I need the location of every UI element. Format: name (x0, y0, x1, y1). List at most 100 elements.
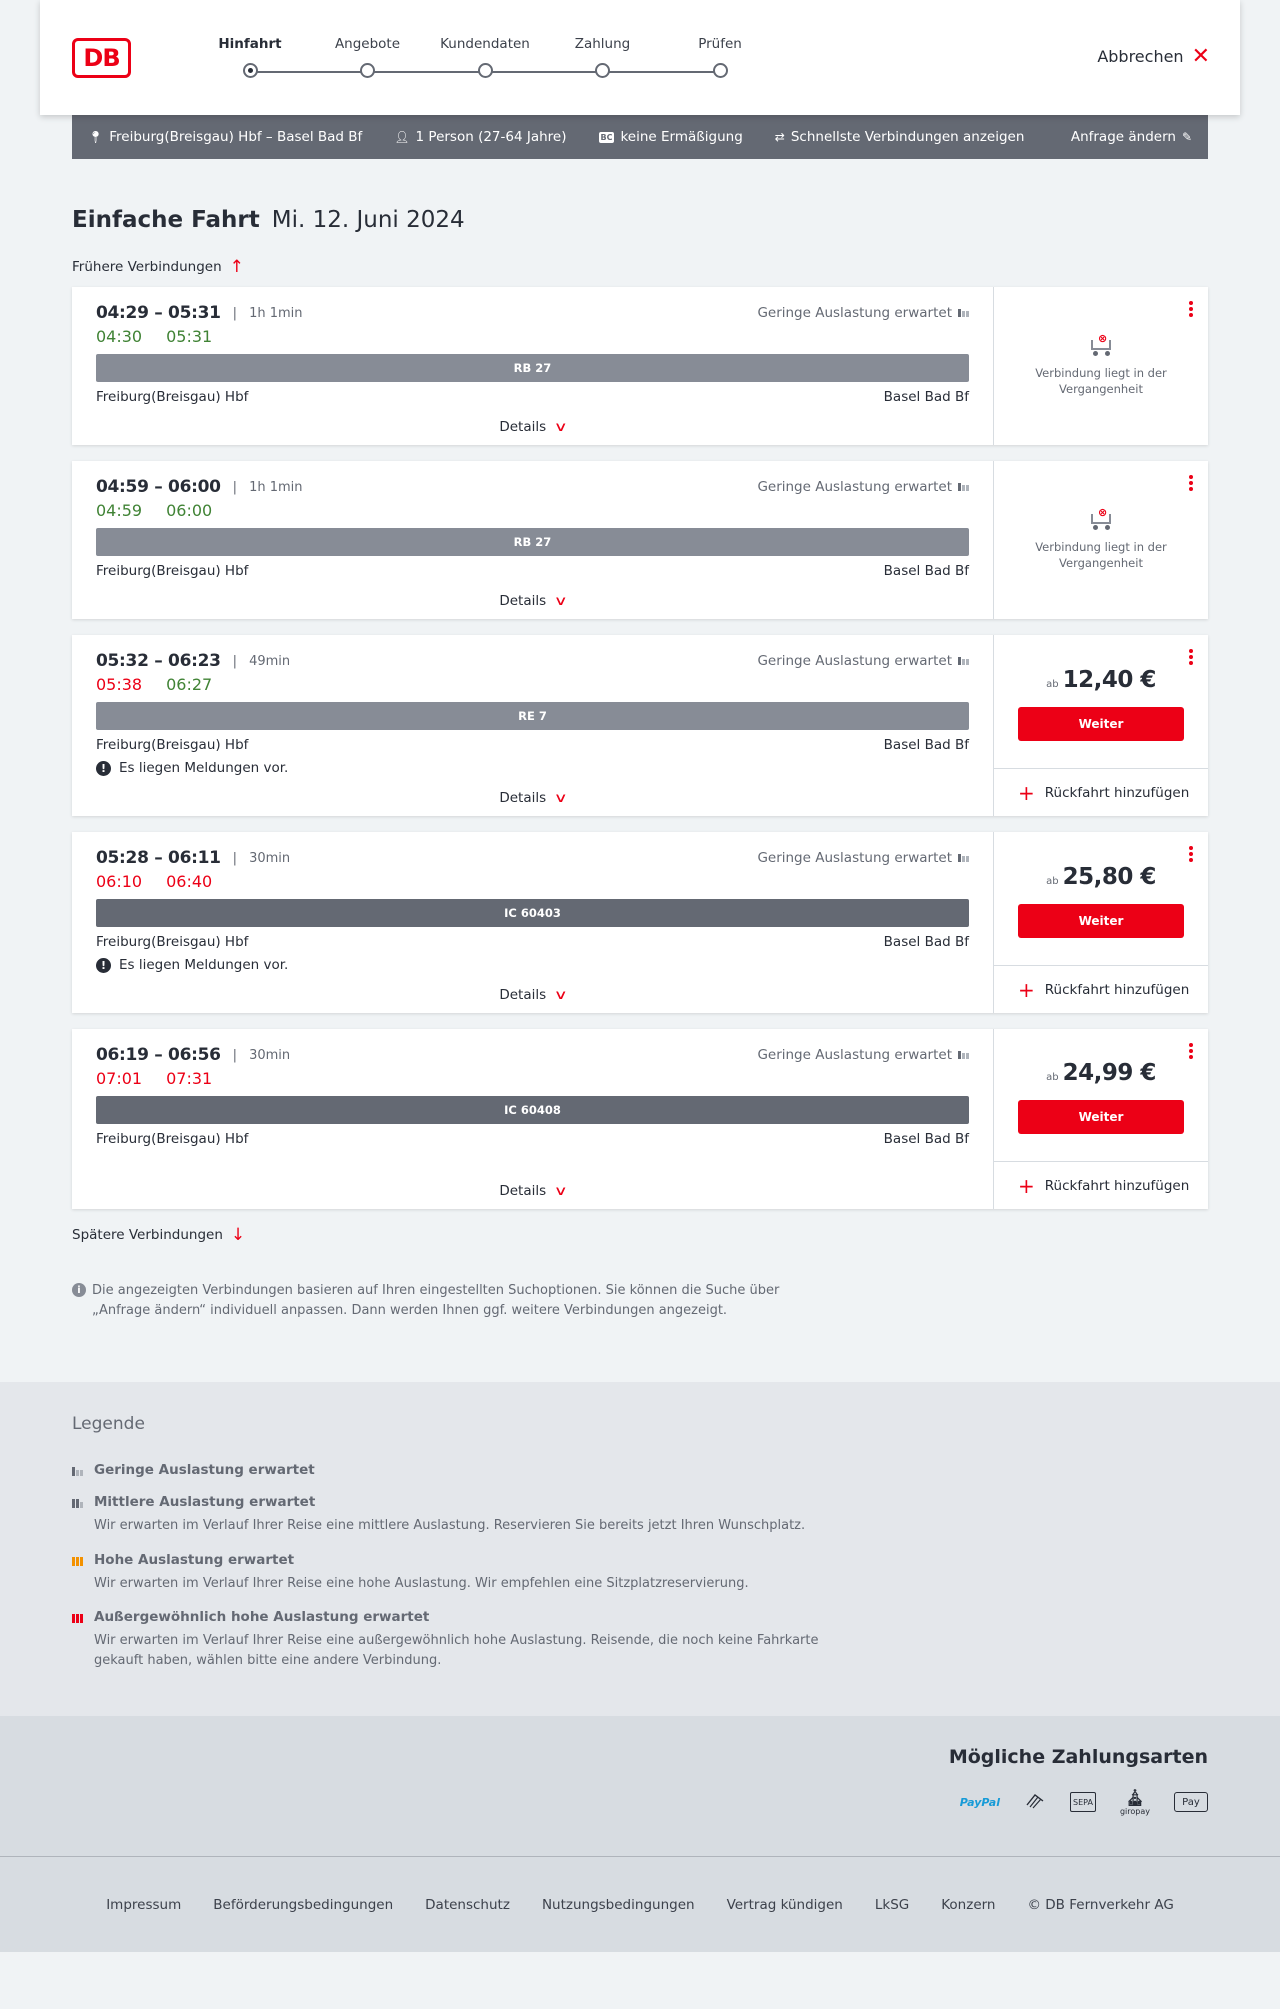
separator: | (232, 479, 238, 495)
occupancy-low-icon (958, 1051, 969, 1059)
train-segment-bar[interactable]: IC 60408 (96, 1096, 969, 1124)
connection-card: 04:29 – 05:31 | 1h 1min Geringe Auslastung … (72, 287, 1208, 445)
details-label: Details (499, 593, 547, 609)
more-options-icon[interactable] (1188, 649, 1194, 665)
continue-button[interactable]: Weiter (1018, 1100, 1184, 1134)
alert-icon: ! (96, 957, 111, 973)
occupancy-indicator[interactable]: Geringe Auslastung erwartet (757, 305, 969, 321)
earlier-connections-link[interactable]: Frühere Verbindungen ↑ (72, 257, 244, 277)
more-options-icon[interactable] (1188, 475, 1194, 491)
offer-panel: ⊗ Verbindung liegt in der Vergangenheit (994, 461, 1208, 619)
step-dot (477, 63, 493, 78)
details-toggle[interactable]: Details ∨ (96, 987, 969, 1003)
occupancy-low-icon (72, 1462, 86, 1476)
train-segment-bar[interactable]: RB 27 (96, 354, 969, 382)
price-box: ab 12,40 € Weiter (994, 635, 1208, 768)
departure-station: Freiburg(Breisgau) Hbf (96, 737, 249, 753)
realtime-row: 04:59 06:00 (96, 501, 969, 520)
occupancy-indicator[interactable]: Geringe Auslastung erwartet (757, 479, 969, 495)
more-options-icon[interactable] (1188, 846, 1194, 862)
db-logo[interactable]: DB (72, 38, 131, 78)
add-return-trip-button[interactable]: + Rückfahrt hinzufügen (994, 768, 1208, 816)
connection-info: 06:19 – 06:56 | 30min Geringe Auslastung er… (72, 1029, 994, 1209)
footer-link[interactable]: Nutzungsbedingungen (542, 1897, 695, 1913)
occupancy-indicator[interactable]: Geringe Auslastung erwartet (757, 850, 969, 866)
planned-times: 04:59 – 06:00 (96, 477, 221, 497)
alert-icon: ! (96, 760, 111, 776)
realtime-departure: 06:10 (96, 872, 143, 891)
continue-button[interactable]: Weiter (1018, 706, 1184, 741)
price-prefix: ab (1046, 875, 1059, 887)
more-options-icon[interactable] (1188, 1043, 1194, 1059)
arrival-station: Basel Bad Bf (883, 737, 969, 753)
bahncard-icon: BC (598, 131, 615, 143)
details-toggle[interactable]: Details ∨ (96, 1183, 969, 1199)
search-summary-bar: 📍︎ Freiburg(Breisgau) Hbf – Basel Bad Bf… (72, 115, 1208, 159)
details-toggle[interactable]: Details ∨ (96, 790, 969, 806)
connection-card: 04:59 – 06:00 | 1h 1min Geringe Auslastung … (72, 461, 1208, 619)
continue-button[interactable]: Weiter (1018, 903, 1184, 938)
details-label: Details (499, 987, 547, 1003)
credit-card-icon (1024, 1791, 1046, 1814)
payment-icons: PayPal SEPA ⛪︎ giropay Pay (72, 1788, 1208, 1816)
occupancy-indicator[interactable]: Geringe Auslastung erwartet (757, 653, 969, 669)
realtime-row: 06:10 06:40 (96, 872, 969, 891)
arrow-down-icon: ↓ (230, 1225, 246, 1245)
footer-link[interactable]: Beförderungsbedingungen (213, 1897, 393, 1913)
occupancy-low-icon (958, 657, 969, 665)
legend-item-description: Wir erwarten im Verlauf Ihrer Reise eine… (94, 1518, 806, 1533)
occupancy-text: Geringe Auslastung erwartet (757, 305, 952, 321)
legend-item: Hohe Auslastung erwartet Wir erwarten im … (72, 1552, 1208, 1594)
legend-item-title: Geringe Auslastung erwartet (94, 1462, 315, 1478)
later-connections-link[interactable]: Spätere Verbindungen ↓ (72, 1225, 245, 1245)
occupancy-indicator[interactable]: Geringe Auslastung erwartet (757, 1047, 969, 1063)
occupancy-low-icon (958, 854, 969, 862)
details-toggle[interactable]: Details ∨ (96, 593, 969, 609)
footer-link[interactable]: Datenschutz (425, 1897, 510, 1913)
details-label: Details (499, 419, 547, 435)
arrival-station: Basel Bad Bf (883, 1131, 969, 1147)
details-toggle[interactable]: Details ∨ (96, 419, 969, 435)
disruption-message: ! Es liegen Meldungen vor. (96, 760, 969, 776)
occupancy-text: Geringe Auslastung erwartet (757, 850, 952, 866)
footer-link[interactable]: Konzern (941, 1897, 995, 1913)
footer-link[interactable]: LkSG (875, 1897, 909, 1913)
legend-list: Geringe Auslastung erwartet Mittlere Ausl… (72, 1462, 1208, 1670)
realtime-departure: 04:30 (96, 327, 143, 346)
connection-time-row: 04:29 – 05:31 | 1h 1min Geringe Auslastung … (96, 303, 969, 323)
change-request-label: Anfrage ändern (1070, 129, 1176, 145)
legend-item-description: Wir erwarten im Verlauf Ihrer Reise eine… (94, 1633, 819, 1668)
add-return-trip-label: Rückfahrt hinzufügen (1044, 1177, 1190, 1194)
step-label: Hinfahrt (218, 36, 282, 52)
legend-title: Legende (72, 1414, 145, 1434)
planned-times: 05:32 – 06:23 (96, 651, 221, 671)
train-segment-bar[interactable]: RB 27 (96, 528, 969, 556)
change-request-button[interactable]: Anfrage ändern ✎ (1071, 129, 1192, 145)
departure-station: Freiburg(Breisgau) Hbf (96, 934, 249, 950)
step-dot-active (242, 63, 258, 78)
step-label: Kundendaten (440, 36, 530, 52)
add-return-trip-button[interactable]: + Rückfahrt hinzufügen (994, 965, 1208, 1013)
disruption-message-text: Es liegen Meldungen vor. (119, 957, 289, 973)
step-kundendaten: Kundendaten (435, 36, 535, 78)
occupancy-low-icon (958, 483, 969, 491)
past-connection-text: Verbindung liegt in der Vergangenheit (1035, 540, 1167, 570)
person-icon: 👤︎ (394, 130, 410, 144)
train-segment-bar[interactable]: RE 7 (96, 702, 969, 730)
footer-link[interactable]: Impressum (106, 1897, 181, 1913)
more-options-icon[interactable] (1188, 301, 1194, 317)
footer-link[interactable]: Vertrag kündigen (727, 1897, 843, 1913)
price-value: 25,80 € (1062, 863, 1157, 890)
add-return-trip-button[interactable]: + Rückfahrt hinzufügen (994, 1161, 1208, 1209)
disruption-message-text: Es liegen Meldungen vor. (119, 760, 289, 776)
option-text: Schnellste Verbindungen anzeigen (790, 129, 1025, 145)
cancel-button[interactable]: Abbrechen ✕ (1097, 45, 1210, 67)
price-box: ab 25,80 € Weiter (994, 832, 1208, 965)
realtime-arrival: 06:00 (166, 501, 213, 520)
connection-time-row: 06:19 – 06:56 | 30min Geringe Auslastung er… (96, 1045, 969, 1065)
arrival-station: Basel Bad Bf (883, 563, 969, 579)
train-segment-bar[interactable]: IC 60403 (96, 899, 969, 927)
occupancy-text: Geringe Auslastung erwartet (757, 1047, 952, 1063)
realtime-arrival: 07:31 (166, 1069, 213, 1088)
past-connection-info: ⊗ Verbindung liegt in der Vergangenheit (994, 461, 1208, 619)
